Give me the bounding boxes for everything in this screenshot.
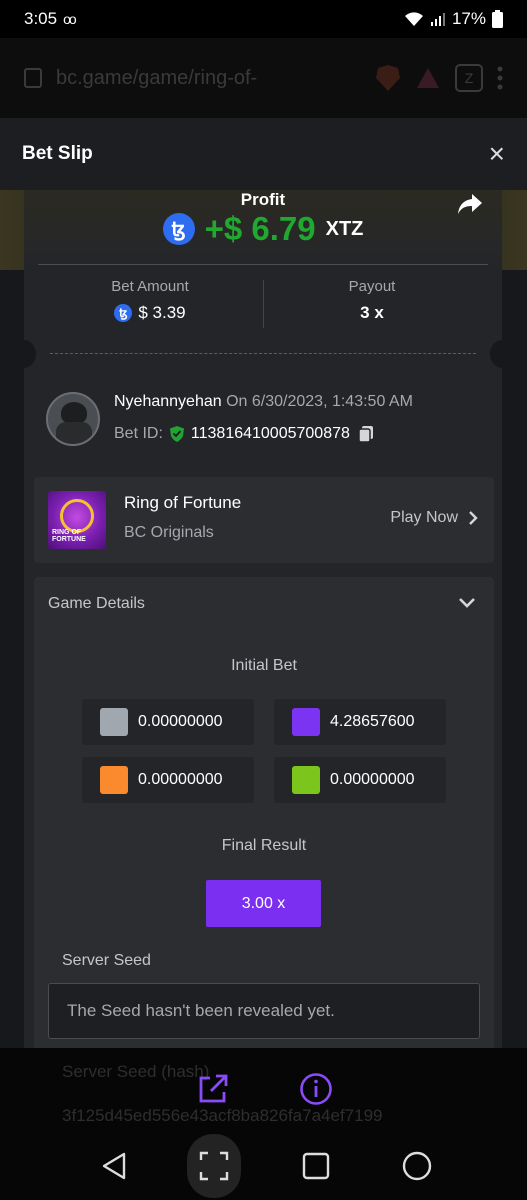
bet-card: Profit ꜩ +$ 6.79 XTZ Bet Amount ꜩ $ 3.39… [12, 190, 514, 1048]
bet-slip-title: Bet Slip [22, 143, 93, 164]
android-nav-bar [0, 1134, 527, 1200]
status-left: 3:05 oo [24, 9, 77, 29]
play-now-button[interactable]: Play Now [390, 509, 478, 527]
signal-icon [430, 13, 445, 26]
game-provider: BC Originals [124, 524, 214, 541]
thumbnail-ring [60, 499, 94, 533]
ticket-notch-left [12, 340, 36, 368]
battery-percent: 17% [451, 9, 486, 28]
avatar-body [56, 422, 92, 444]
avatar-head [61, 402, 87, 424]
back-button[interactable] [88, 1140, 140, 1192]
payout-block: Payout 3 x [272, 278, 472, 323]
user-row: Nyehannyehan On 6/30/2023, 1:43:50 AM Be… [46, 392, 413, 446]
server-seed-label: Server Seed [62, 952, 151, 969]
ticket-dashed-divider [50, 353, 476, 354]
voicemail-icon: oo [63, 11, 77, 27]
wifi-icon [404, 12, 423, 26]
profit-currency: XTZ [325, 217, 364, 240]
bet-amount-value: $ 3.39 [138, 303, 186, 322]
bet-id-label: Bet ID: [114, 425, 163, 442]
green-swatch [292, 766, 320, 794]
payout-label: Payout [348, 278, 396, 295]
share-export-icon[interactable] [196, 1072, 230, 1106]
bottom-bar: Server Seed (hash) 3f125d45ed556e43acf8b… [0, 1048, 527, 1200]
url-bar[interactable]: bc.game/game/ring-of- [56, 67, 361, 90]
thumbnail-text: RING OF FORTUNE [52, 529, 86, 543]
bet-date: On 6/30/2023, 1:43:50 AM [226, 393, 413, 410]
initial-bet-label: Initial Bet [231, 657, 297, 674]
chevron-down-icon[interactable] [458, 597, 476, 609]
status-right: 17% [404, 9, 503, 29]
thumbnail-text-line-1: RING OF [52, 529, 82, 536]
profit-label: Profit [240, 190, 286, 209]
game-link-card[interactable]: RING OF FORTUNE Ring of Fortune BC Origi… [34, 477, 494, 563]
final-result-badge: 3.00 x [206, 880, 321, 927]
game-details-panel: Game Details Initial Bet 0.00000000 4.28… [34, 577, 494, 1048]
bet-chip-grey: 0.00000000 [82, 699, 254, 745]
tezos-coin-small-icon: ꜩ [114, 304, 133, 322]
purple-swatch [292, 708, 320, 736]
recents-button[interactable] [290, 1140, 342, 1192]
battery-icon [492, 10, 503, 28]
lock-icon [24, 68, 42, 88]
more-menu-icon[interactable] [497, 65, 503, 91]
bet-slip-content[interactable]: Profit ꜩ +$ 6.79 XTZ Bet Amount ꜩ $ 3.39… [0, 190, 527, 1048]
bet-chip-value: 0.00000000 [330, 771, 415, 788]
tezos-coin-icon: ꜩ [162, 213, 195, 245]
bet-chip-value: 4.28657600 [330, 713, 415, 730]
bet-id-value: 113816410005700878 [190, 425, 350, 442]
server-seed-field[interactable]: The Seed hasn't been revealed yet. [48, 983, 480, 1039]
close-icon[interactable]: × [489, 140, 505, 168]
bet-amount-row: ꜩ $ 3.39 [50, 303, 250, 323]
payout-value: 3 x [360, 303, 384, 322]
game-title: Ring of Fortune [124, 493, 242, 512]
bet-chip-value: 0.00000000 [138, 771, 223, 788]
copy-icon[interactable] [356, 424, 376, 444]
profit-divider [38, 264, 488, 265]
user-info: Nyehannyehan On 6/30/2023, 1:43:50 AM Be… [114, 394, 413, 444]
server-seed-hash-value: 3f125d45ed556e43acf8ba826fa7a4ef7199 [62, 1106, 383, 1125]
final-result-label: Final Result [221, 837, 307, 854]
play-now-label: Play Now [390, 509, 458, 526]
coin-glyph: ꜩ [171, 218, 186, 241]
verified-shield-icon [169, 426, 184, 442]
amount-divider [263, 280, 264, 328]
orange-swatch [100, 766, 128, 794]
screenshot-button[interactable] [187, 1134, 241, 1198]
back-icon [102, 1152, 126, 1180]
avatar[interactable] [46, 392, 100, 446]
user-name[interactable]: Nyehannyehan [114, 393, 222, 410]
profit-row: ꜩ +$ 6.79 XTZ [24, 210, 502, 248]
bet-amount-label: Bet Amount [111, 278, 189, 295]
server-seed-hash-label: Server Seed (hash) [62, 1062, 210, 1081]
game-thumbnail: RING OF FORTUNE [48, 491, 106, 549]
bet-id-row: Bet ID: 113816410005700878 [114, 424, 413, 444]
thumbnail-text-line-2: FORTUNE [52, 536, 86, 543]
ticket-notch-right [490, 340, 514, 368]
clock: 3:05 [24, 9, 58, 28]
bet-amount-block: Bet Amount ꜩ $ 3.39 [50, 278, 250, 323]
home-icon [402, 1151, 432, 1181]
recents-icon [302, 1152, 330, 1180]
grey-swatch [100, 708, 128, 736]
bet-chip-value: 0.00000000 [138, 713, 223, 730]
bet-chip-green: 0.00000000 [274, 757, 446, 803]
game-details-header[interactable]: Game Details [48, 595, 145, 613]
brave-lion-icon[interactable] [375, 64, 401, 92]
screenshot-frame-icon [199, 1151, 229, 1181]
chevron-right-icon [469, 511, 478, 525]
browser-toolbar: bc.game/game/ring-of- Z [0, 38, 527, 118]
bet-chip-orange: 0.00000000 [82, 757, 254, 803]
home-button[interactable] [391, 1140, 443, 1192]
bet-slip-header: Bet Slip × [0, 118, 527, 190]
tab-switcher-button[interactable]: Z [455, 64, 483, 92]
status-bar: 3:05 oo 17% [0, 0, 527, 38]
rewards-triangle-icon[interactable] [415, 66, 441, 90]
profit-amount: +$ 6.79 [204, 210, 316, 247]
info-icon[interactable] [299, 1072, 333, 1106]
bet-chip-purple: 4.28657600 [274, 699, 446, 745]
coin-small-glyph: ꜩ [119, 306, 128, 320]
